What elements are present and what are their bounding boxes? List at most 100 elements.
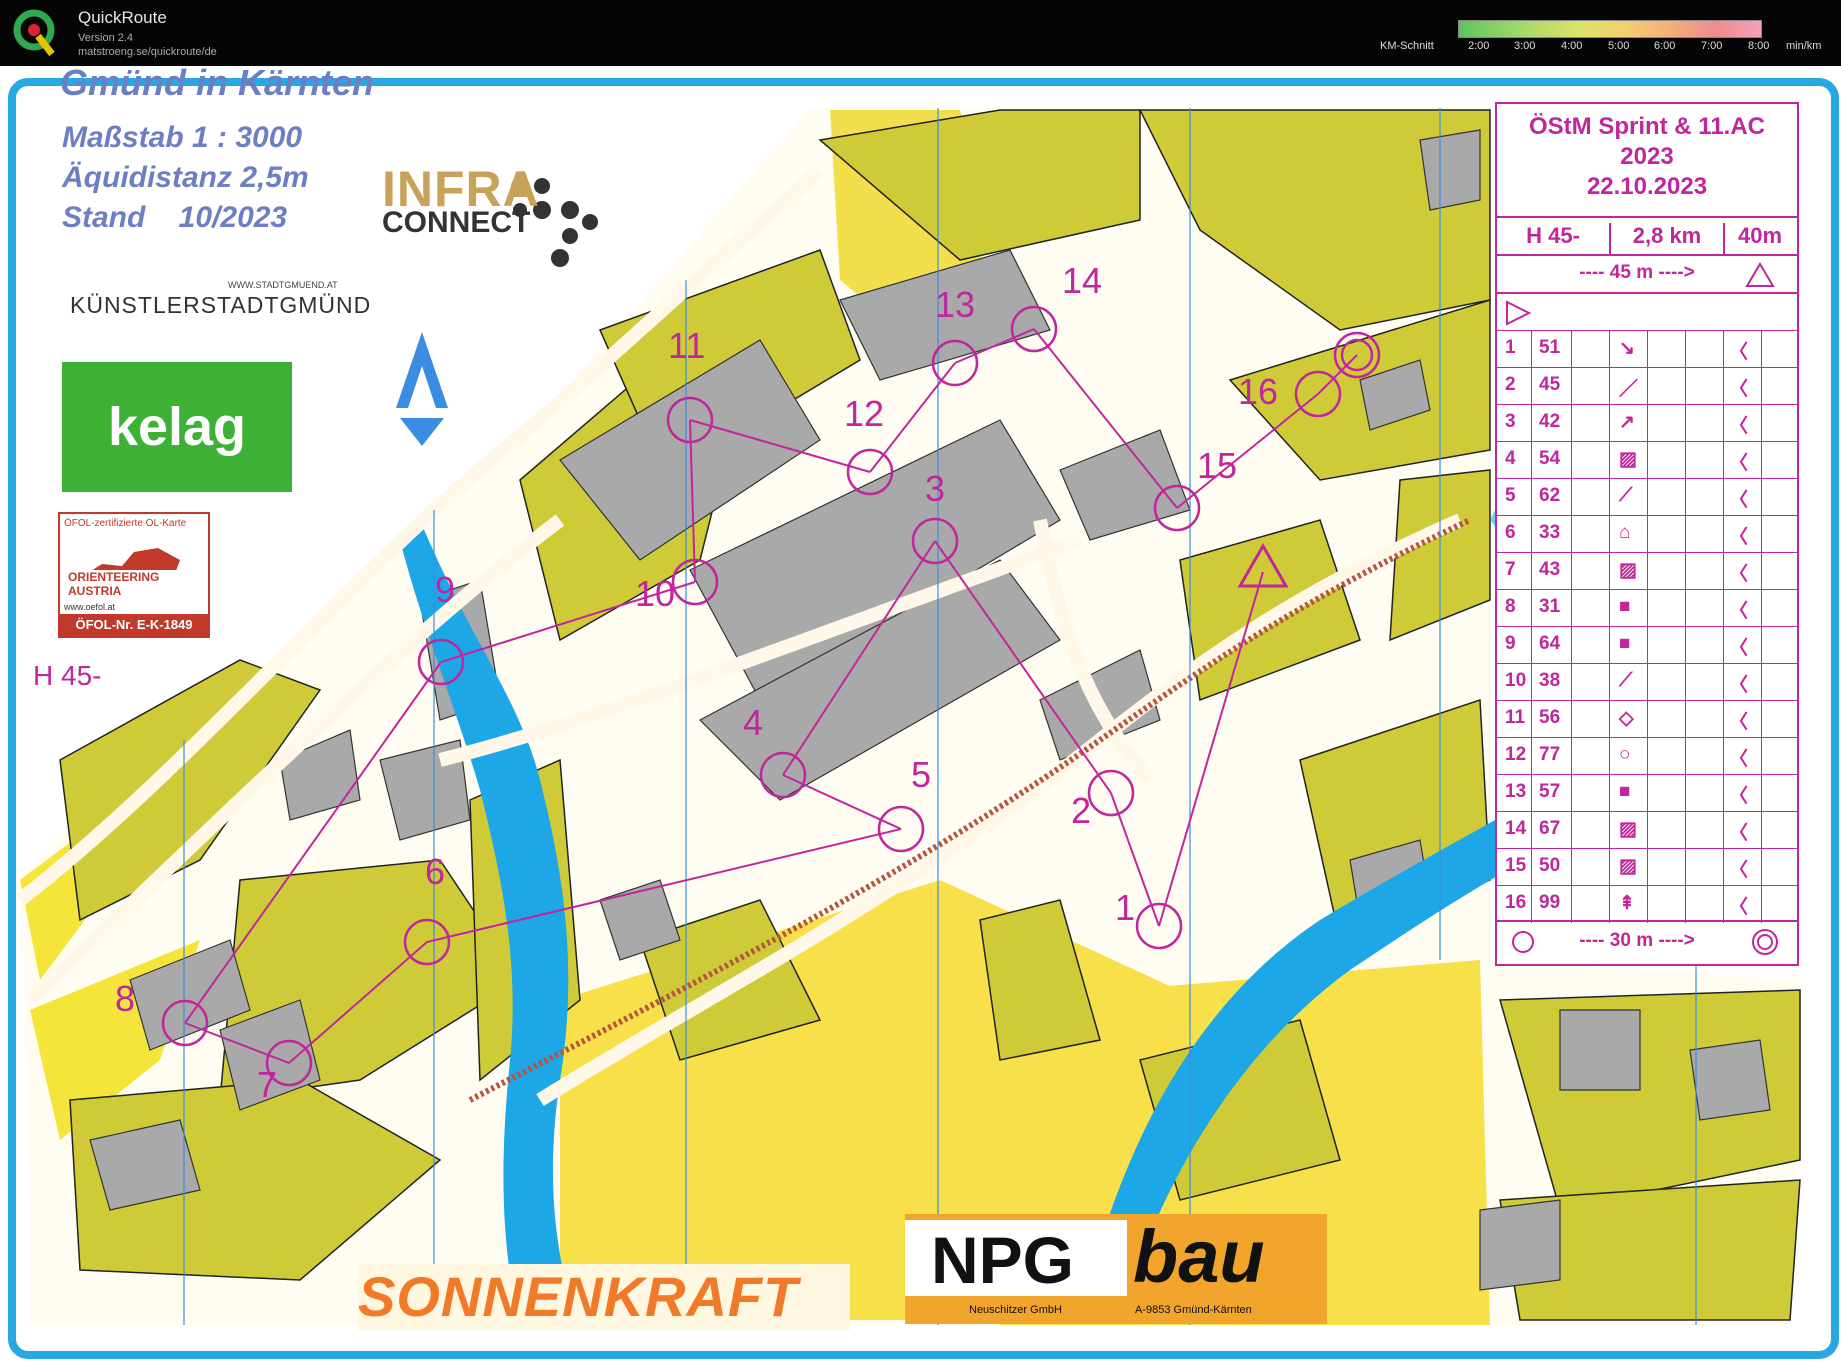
cd-location-icon: 〈 (1729, 342, 1749, 363)
cd-location-icon: 〈 (1729, 453, 1749, 474)
cd-location-icon: 〈 (1729, 712, 1749, 733)
cd-location-icon: 〈 (1729, 786, 1749, 807)
cd-grid-line (1609, 405, 1610, 442)
cd-control-row: 6 33 ⌂ 〈 (1497, 515, 1797, 553)
cd-control-number: 11 (1505, 707, 1526, 728)
cd-grid-line (1723, 886, 1724, 923)
cd-grid-line (1531, 516, 1532, 553)
control-number: 13 (935, 284, 975, 325)
cd-control-code: 64 (1539, 633, 1561, 654)
cd-grid-line (1609, 738, 1610, 775)
cd-control-row: 15 50 ▨ 〈 (1497, 848, 1797, 886)
cd-grid-line (1531, 553, 1532, 590)
control-number: 3 (925, 468, 945, 509)
cd-control-code: 77 (1539, 744, 1561, 765)
cd-grid-line (1609, 664, 1610, 701)
cd-grid-line (1723, 516, 1724, 553)
cd-grid-line (1609, 812, 1610, 849)
cd-grid-line (1761, 442, 1762, 479)
cd-control-number: 4 (1505, 448, 1516, 469)
cd-grid-line (1761, 331, 1762, 368)
cd-control-number: 1 (1505, 337, 1516, 358)
finish-icon (1752, 929, 1778, 955)
cd-grid-line (1647, 738, 1648, 775)
cd-grid-line (1647, 516, 1648, 553)
cd-grid-line (1685, 849, 1686, 886)
cd-grid-line (1723, 849, 1724, 886)
cd-control-code: 50 (1539, 855, 1561, 876)
cd-control-row: 9 64 ■ 〈 (1497, 626, 1797, 664)
control-number: 4 (743, 702, 763, 743)
cd-feature-icon: ▨ (1619, 856, 1637, 877)
control-number: 14 (1062, 260, 1102, 301)
cd-control-code: 67 (1539, 818, 1561, 839)
cd-grid-line (1723, 479, 1724, 516)
control-number: 2 (1071, 790, 1091, 831)
cd-control-code: 62 (1539, 485, 1561, 506)
cd-grid-line (1609, 442, 1610, 479)
cd-grid-line (1647, 553, 1648, 590)
cd-grid-line (1647, 849, 1648, 886)
cd-grid-line (1571, 701, 1572, 738)
start-triangle-icon (1506, 300, 1531, 326)
cd-grid-line (1647, 405, 1648, 442)
cd-grid-line (1647, 442, 1648, 479)
cd-grid-line (1723, 738, 1724, 775)
oefol-url: www.oefol.at (64, 602, 116, 612)
cd-feature-icon: ／ (1619, 379, 1639, 400)
cd-grid-line (1571, 627, 1572, 664)
control-number: 11 (668, 325, 705, 366)
cd-grid-line (1723, 368, 1724, 405)
map-stand: Stand 10/2023 (62, 201, 288, 234)
kuenstlerstadt-logo: KÜNSTLERSTADTGMÜND (70, 292, 372, 318)
cd-grid-line (1761, 479, 1762, 516)
cd-control-code: 45 (1539, 374, 1561, 395)
cd-finish-leg: ---- 30 m ----> (1497, 920, 1797, 962)
cd-grid-line (1609, 331, 1610, 368)
cd-location-icon: 〈 (1729, 749, 1749, 770)
cd-grid-line (1685, 331, 1686, 368)
cd-grid-line (1609, 701, 1610, 738)
cd-grid-line (1531, 738, 1532, 775)
cd-feature-icon: ◇ (1619, 708, 1634, 729)
control-number: 5 (911, 754, 931, 795)
cd-grid-line (1609, 886, 1610, 923)
cd-grid-line (1609, 627, 1610, 664)
cd-location-icon: 〈 (1729, 897, 1749, 918)
map-contour-interval: Äquidistanz 2,5m (62, 161, 309, 194)
control-number: 9 (435, 569, 455, 610)
cd-grid-line (1647, 812, 1648, 849)
cd-course-row: H 45- 2,8 km 40m (1497, 216, 1797, 254)
cd-grid-line (1647, 479, 1648, 516)
cd-grid-line (1685, 405, 1686, 442)
cd-feature-icon: ⌂ (1619, 522, 1631, 543)
npg-bau-logo: NPG bau Neuschitzer GmbH A-9853 Gmünd-Kä… (905, 1214, 1327, 1324)
cd-grid-line (1761, 627, 1762, 664)
cd-climb: 40m (1737, 223, 1783, 248)
cd-grid-line (1571, 405, 1572, 442)
cd-grid-line (1647, 368, 1648, 405)
cd-location-icon: 〈 (1729, 379, 1749, 400)
kuenstler-url: WWW.STADTGMUEND.AT (228, 280, 338, 290)
cd-control-row: 5 62 ⟋ 〈 (1497, 478, 1797, 516)
cd-class: H 45- (1526, 223, 1580, 248)
cd-grid-line (1685, 627, 1686, 664)
cd-control-number: 9 (1505, 633, 1516, 654)
cd-grid-line (1723, 627, 1724, 664)
sonnenkraft-logo: SONNENKRAFT (358, 1264, 850, 1330)
cd-grid-line (1531, 664, 1532, 701)
cd-grid-line (1685, 479, 1686, 516)
cd-grid-line (1723, 590, 1724, 627)
cd-control-code: 42 (1539, 411, 1561, 432)
cd-feature-icon: ■ (1619, 596, 1631, 617)
cd-grid-line (1531, 368, 1532, 405)
cd-control-row: 4 54 ▨ 〈 (1497, 441, 1797, 479)
npg-text: NPG (931, 1223, 1075, 1297)
cd-control-code: 38 (1539, 670, 1561, 691)
kelag-logo: kelag (62, 362, 292, 492)
cd-grid-line (1531, 627, 1532, 664)
cd-grid-line (1685, 442, 1686, 479)
cd-grid-line (1685, 516, 1686, 553)
cd-grid-line (1531, 849, 1532, 886)
cd-grid-line (1761, 812, 1762, 849)
